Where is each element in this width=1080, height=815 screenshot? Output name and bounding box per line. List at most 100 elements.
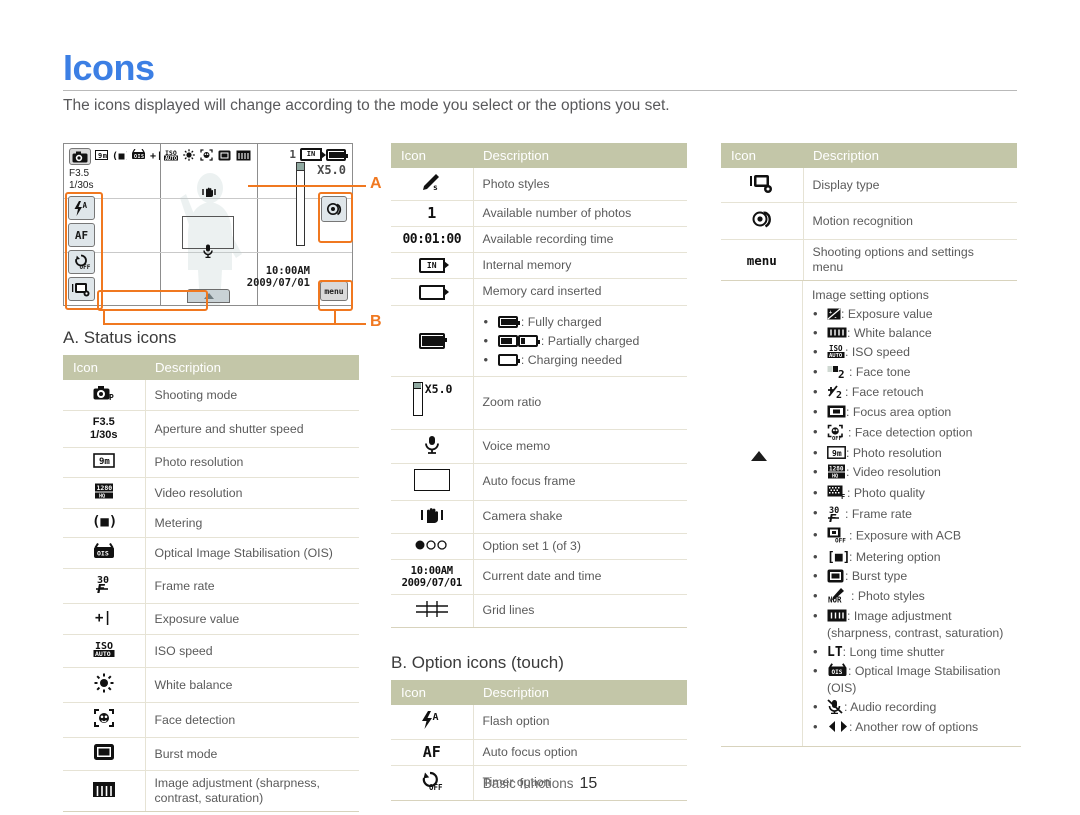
col-description: Description [803, 143, 1017, 168]
list-item-label: : Burst type [845, 569, 908, 584]
row-description: Current date and time [473, 559, 687, 595]
face-retouch-icon: 2 [827, 385, 845, 401]
burst-mode-icon [218, 150, 231, 164]
photo-quality-icon: F [827, 485, 847, 502]
camera-shake-icon [391, 500, 474, 534]
image-setting-options-panel: Image setting options +-: Exposure value… [721, 281, 1021, 748]
row-description: Available number of photos [473, 200, 687, 227]
svg-text:AUTO: AUTO [95, 650, 111, 658]
internal-memory-icon: IN [300, 148, 326, 161]
motion-recognition-icon [721, 202, 804, 240]
svg-text:OIS: OIS [832, 669, 843, 676]
row-description: Flash option [473, 704, 687, 740]
footer-section-label: Basic functions [482, 776, 574, 791]
lcd-time: 10:00AM [265, 265, 310, 277]
list-item-label: : Exposure with ACB [849, 528, 962, 543]
col-icon: Icon [63, 355, 145, 380]
status-icons-table: Icon Description P Shooting mode F3.5 1/3… [63, 355, 359, 812]
svg-text:ISO: ISO [829, 344, 843, 353]
zoom-ratio-value: X5.0 [424, 381, 453, 396]
list-item-label: : Fully charged [520, 314, 602, 329]
left-column: P 9m (■) OIS +| ISOAUTO F3.5 1/30s [63, 143, 363, 812]
row-description: Photo styles [473, 168, 687, 201]
image-adjustment-icon [827, 609, 847, 624]
list-item: OFF: Face detection option [812, 424, 1012, 442]
datetime-date: 2009/07/01 [401, 576, 463, 589]
option-set-icon [391, 533, 474, 560]
row-description: Metering [145, 508, 359, 538]
battery-icon [391, 305, 474, 377]
table-row: OIS Optical Image Stabilisation (OIS) [63, 537, 359, 569]
shutter-handle[interactable] [187, 289, 230, 303]
section-a-heading: A. Status icons [63, 328, 177, 347]
row-description: Display type [803, 168, 1017, 203]
row-description: Zoom ratio [473, 376, 687, 430]
white-balance-icon [183, 149, 195, 164]
table-header-row: Icon Description [391, 143, 687, 168]
svg-text:NOR: NOR [828, 596, 842, 604]
auto-focus-option-icon: AF [391, 739, 474, 766]
voice-memo-icon [391, 429, 474, 464]
table-row: Camera shake [391, 500, 687, 534]
table-row: 10:00AM 2009/07/01 Current date and time [391, 559, 687, 595]
display-type-icon[interactable] [68, 277, 95, 301]
row-description: Face detection [145, 702, 359, 738]
row-description: Available recording time [473, 226, 687, 253]
right-column: Icon Description Display type Motion rec… [721, 143, 1021, 748]
aperture-shutter-icon: F3.5 1/30s [63, 410, 146, 448]
video-resolution-icon: 1280 HQ [63, 477, 146, 509]
lcd-battery-area: 1 IN [289, 148, 348, 161]
svg-text:OIS: OIS [134, 154, 145, 160]
battery-full-icon [326, 148, 348, 161]
list-item: F: Photo quality [812, 485, 1012, 502]
table-row: Burst mode [63, 737, 359, 771]
image-setting-bullets: +-: Exposure value : White balance ISOAU… [812, 306, 1012, 735]
list-item: LT: Long time shutter [812, 644, 1012, 660]
menu-icon[interactable]: menu [320, 281, 348, 301]
list-item: : Fully charged [483, 314, 679, 330]
callout-label-a: A [370, 175, 382, 192]
table-row: F3.5 1/30s Aperture and shutter speed [63, 410, 359, 448]
lcd-touch-options[interactable]: A AF OFF [68, 196, 95, 301]
date-time-icon: 10:00AM 2009/07/01 [391, 559, 474, 595]
flash-option-icon[interactable]: A [68, 196, 95, 220]
timer-option-icon[interactable]: OFF [68, 250, 95, 274]
row-description: Auto focus option [473, 739, 687, 766]
lcd-datetime: 10:00AM 2009/07/01 [247, 265, 310, 289]
col-description: Description [473, 143, 687, 168]
col-description: Description [145, 355, 359, 380]
list-item: 30F: Frame rate [812, 505, 1012, 525]
svg-text:OFF: OFF [835, 538, 846, 544]
focus-area-icon [827, 405, 846, 420]
list-item-label: : Charging needed [520, 352, 623, 367]
svg-text:OIS: OIS [97, 550, 109, 558]
zoom-bar [296, 162, 305, 246]
list-item: 2: Face tone [812, 364, 1012, 381]
row-description: White balance [145, 667, 359, 703]
list-item-label: : Photo styles [851, 588, 925, 603]
svg-text:HQ: HQ [832, 474, 838, 480]
svg-text:+|: +| [150, 151, 160, 160]
svg-text:-: - [834, 315, 837, 320]
list-item: : Focus area option [812, 404, 1012, 420]
exposure-value-icon: +| [150, 150, 163, 163]
table-row: Display type [721, 168, 1017, 203]
auto-focus-option-icon[interactable]: AF [68, 223, 95, 247]
row-description: Photo resolution [145, 447, 359, 478]
svg-text:AUTO: AUTO [165, 156, 177, 161]
svg-text:HQ: HQ [99, 494, 105, 499]
list-item-label: : Photo quality [847, 485, 925, 500]
table-row: Voice memo [391, 429, 687, 464]
metering-icon: (■) [63, 508, 146, 538]
list-item: : White balance [812, 325, 1012, 341]
table-row: ISO AUTO ISO speed [63, 634, 359, 668]
lcd-exposure-readout: F3.5 1/30s [69, 168, 93, 192]
svg-text:1280: 1280 [96, 484, 112, 492]
ois-icon: OIS [131, 148, 146, 163]
photo-resolution-icon: 9m [827, 446, 846, 461]
svg-text:F: F [97, 582, 106, 594]
lcd-available-photos: 1 [289, 148, 296, 161]
lcd-date: 2009/07/01 [246, 277, 310, 289]
list-item: : Another row of options [812, 719, 1012, 735]
list-item: OIS: Optical Image Stabilisation (OIS) [812, 663, 1012, 696]
